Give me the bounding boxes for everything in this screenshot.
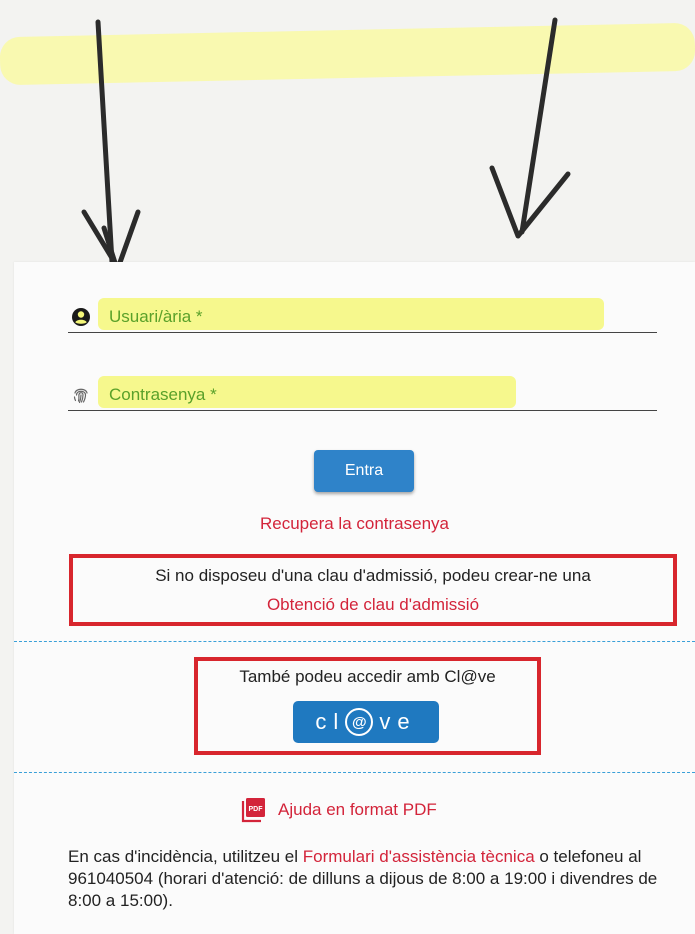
clave-text: També podeu accedir amb Cl@ve	[239, 667, 496, 686]
clave-at-icon: @	[345, 708, 374, 736]
assistance-form-link[interactable]: Formulari d'assistència tècnica	[303, 847, 535, 866]
pdf-file-icon: PDF	[241, 798, 265, 823]
user-circle-icon	[72, 308, 90, 326]
clave-login-button[interactable]: cl @ ve	[293, 701, 439, 743]
pdf-help-label: Ajuda en format PDF	[278, 800, 437, 819]
password-field[interactable]: Contrasenya *	[68, 376, 657, 411]
pdf-icon-text: PDF	[249, 806, 264, 813]
no-key-box: Si no disposeu d'una clau d'admissió, po…	[69, 554, 677, 626]
pdf-help-link[interactable]: PDF Ajuda en format PDF	[240, 797, 437, 823]
incident-prefix: En cas d'incidència, utilitzeu el	[68, 847, 303, 866]
obtain-key-link[interactable]: Obtenció de clau d'admissió	[73, 595, 673, 615]
login-button[interactable]: Entra	[314, 450, 414, 492]
divider-1	[14, 641, 695, 642]
username-label: Usuari/ària *	[109, 307, 203, 326]
fingerprint-icon	[73, 388, 88, 404]
login-card: Usuari/ària * Contrasenya * Entra Recupe…	[14, 262, 695, 934]
no-key-text: Si no disposeu d'una clau d'admissió, po…	[155, 566, 591, 585]
clave-button-prefix: cl	[315, 709, 346, 734]
recover-password-link[interactable]: Recupera la contrasenya	[14, 514, 695, 534]
clave-button-suffix: ve	[379, 709, 417, 734]
clave-box: També podeu accedir amb Cl@ve cl @ ve	[194, 657, 541, 755]
divider-2	[14, 772, 695, 773]
username-field[interactable]: Usuari/ària *	[68, 298, 657, 333]
incident-info: En cas d'incidència, utilitzeu el Formul…	[68, 846, 688, 912]
password-label: Contrasenya *	[109, 385, 217, 404]
yellow-highlight-stroke	[0, 22, 695, 86]
